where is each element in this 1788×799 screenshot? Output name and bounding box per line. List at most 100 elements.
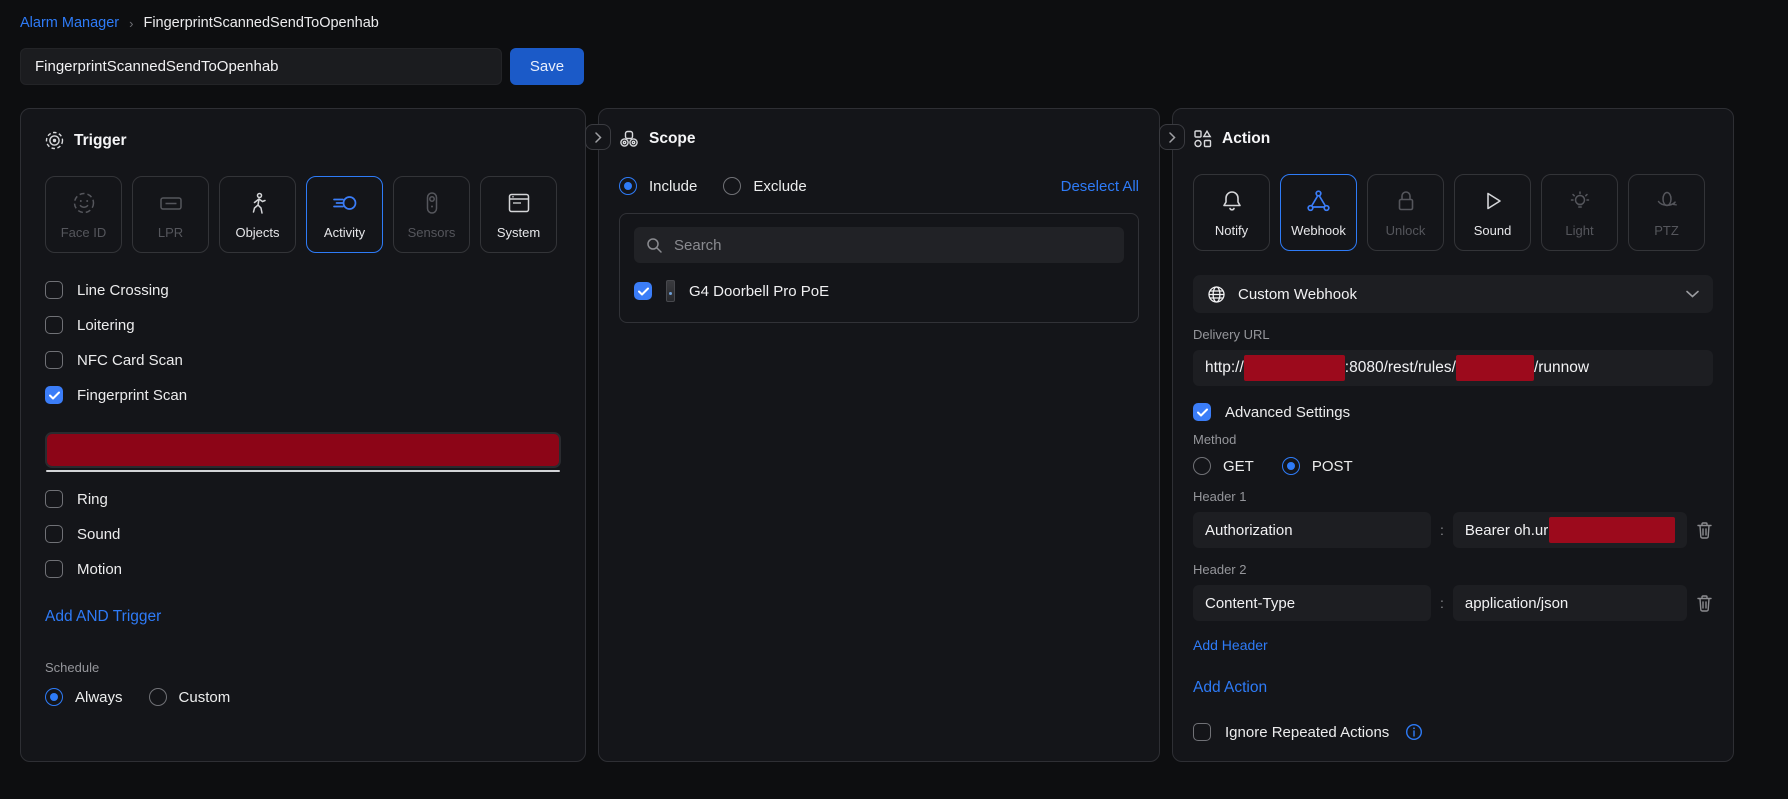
- scope-include-option[interactable]: Include: [619, 177, 697, 195]
- radio-always[interactable]: [45, 688, 63, 706]
- action-panel-title: Action: [1222, 129, 1271, 147]
- trigger-type-sensors[interactable]: Sensors: [393, 176, 470, 253]
- ptz-rotate-icon: [1657, 191, 1677, 206]
- event-ring[interactable]: Ring: [45, 490, 561, 508]
- event-sound[interactable]: Sound: [45, 525, 561, 543]
- save-button[interactable]: Save: [510, 48, 584, 85]
- info-icon[interactable]: [1405, 723, 1423, 741]
- fingerprint-select-redacted[interactable]: [45, 421, 561, 473]
- event-motion[interactable]: Motion: [45, 560, 561, 578]
- scope-panel: Scope Include Exclude Deselect All Searc…: [598, 108, 1160, 762]
- collapse-scope-button[interactable]: [1159, 124, 1185, 150]
- event-fingerprint-scan[interactable]: Fingerprint Scan: [45, 386, 561, 404]
- chevron-right-icon: [1168, 131, 1176, 143]
- trigger-type-face-id[interactable]: Face ID: [45, 176, 122, 253]
- checkbox-line-crossing[interactable]: [45, 281, 63, 299]
- chevron-down-icon: [1686, 290, 1699, 298]
- redacted-host: [1243, 355, 1345, 381]
- search-placeholder: Search: [674, 236, 722, 254]
- checkbox-loitering[interactable]: [45, 316, 63, 334]
- breadcrumb-current: FingerprintScannedSendToOpenhab: [143, 15, 379, 31]
- method-label: Method: [1193, 432, 1237, 447]
- method-options: GET POST: [1193, 457, 1713, 475]
- webhook-icon: [1307, 189, 1330, 211]
- scope-panel-header: Scope: [619, 129, 1139, 149]
- scope-device-box: Search G4 Doorbell Pro PoE: [619, 213, 1139, 323]
- delivery-url-label: Delivery URL: [1193, 327, 1270, 342]
- system-icon: [508, 193, 529, 212]
- schedule-custom-option[interactable]: Custom: [148, 688, 230, 706]
- add-header-link[interactable]: Add Header: [1193, 637, 1268, 653]
- header2-label: Header 2: [1193, 562, 1247, 577]
- checkbox-advanced-settings[interactable]: [1193, 403, 1211, 421]
- redacted-token: [1549, 517, 1675, 543]
- radio-post[interactable]: [1281, 457, 1300, 475]
- action-type-notify[interactable]: Notify: [1193, 174, 1270, 251]
- trigger-type-activity[interactable]: Activity: [306, 176, 383, 253]
- checkbox-ring[interactable]: [45, 490, 63, 508]
- breadcrumb: Alarm Manager › FingerprintScannedSendTo…: [20, 15, 379, 31]
- search-input[interactable]: Search: [634, 227, 1124, 263]
- redacted-select-value: [45, 432, 561, 468]
- action-type-unlock[interactable]: Unlock: [1367, 174, 1444, 251]
- checkbox-g4-doorbell[interactable]: [634, 282, 652, 300]
- radio-include[interactable]: [619, 177, 637, 195]
- trigger-event-list: Line Crossing Loitering NFC Card Scan Fi…: [45, 281, 561, 578]
- event-nfc-card-scan[interactable]: NFC Card Scan: [45, 351, 561, 369]
- checkbox-motion[interactable]: [45, 560, 63, 578]
- globe-icon: [1208, 285, 1225, 303]
- check-icon: [48, 391, 60, 399]
- collapse-trigger-button[interactable]: [585, 124, 611, 150]
- deselect-all-link[interactable]: Deselect All: [1061, 178, 1139, 195]
- breadcrumb-link-alarm-manager[interactable]: Alarm Manager: [20, 15, 119, 31]
- scope-exclude-option[interactable]: Exclude: [723, 177, 807, 195]
- header2-value-input[interactable]: application/json: [1452, 585, 1687, 621]
- trigger-panel: Trigger Face ID LPR Objects Activity Sen…: [20, 108, 586, 762]
- method-get-option[interactable]: GET: [1193, 457, 1254, 475]
- device-row-g4-doorbell[interactable]: G4 Doorbell Pro PoE: [634, 280, 1124, 302]
- event-loitering[interactable]: Loitering: [45, 316, 561, 334]
- delivery-url-input[interactable]: http://:8080/rest/rules//runnow: [1193, 350, 1713, 386]
- delete-header2-button[interactable]: [1696, 594, 1713, 612]
- header1-label: Header 1: [1193, 489, 1247, 504]
- radio-get[interactable]: [1193, 457, 1211, 475]
- add-and-trigger-link[interactable]: Add AND Trigger: [45, 608, 161, 626]
- schedule-always-option[interactable]: Always: [45, 688, 123, 706]
- alarm-name-value: FingerprintScannedSendToOpenhab: [35, 58, 279, 75]
- add-action-link[interactable]: Add Action: [1193, 679, 1713, 697]
- trash-icon: [1697, 522, 1712, 539]
- check-icon: [637, 287, 649, 295]
- radio-exclude[interactable]: [723, 177, 742, 195]
- ignore-repeated-actions-row[interactable]: Ignore Repeated Actions: [1193, 723, 1713, 741]
- event-line-crossing[interactable]: Line Crossing: [45, 281, 561, 299]
- face-id-icon: [73, 192, 94, 213]
- header2-key-input[interactable]: Content-Type: [1193, 585, 1431, 621]
- action-type-light[interactable]: Light: [1541, 174, 1618, 251]
- schedule-options: Always Custom: [45, 688, 561, 706]
- method-post-option[interactable]: POST: [1281, 457, 1353, 475]
- trigger-type-system[interactable]: System: [480, 176, 557, 253]
- delete-header1-button[interactable]: [1696, 521, 1713, 539]
- trigger-type-lpr[interactable]: LPR: [132, 176, 209, 253]
- action-type-webhook[interactable]: Webhook: [1280, 174, 1357, 251]
- bell-icon: [1222, 190, 1241, 211]
- trigger-panel-title: Trigger: [74, 131, 127, 149]
- checkbox-sound[interactable]: [45, 525, 63, 543]
- trigger-type-objects[interactable]: Objects: [219, 176, 296, 253]
- radio-custom[interactable]: [148, 688, 167, 706]
- action-type-sound[interactable]: Sound: [1454, 174, 1531, 251]
- advanced-settings-row[interactable]: Advanced Settings: [1193, 403, 1713, 421]
- header1-value-input[interactable]: Bearer oh.ur: [1452, 512, 1687, 548]
- checkbox-fingerprint-scan[interactable]: [45, 386, 63, 404]
- scope-mode-row: Include Exclude Deselect All: [619, 177, 1139, 195]
- checkbox-ignore-repeated[interactable]: [1193, 723, 1211, 741]
- alarm-name-input[interactable]: FingerprintScannedSendToOpenhab: [20, 48, 502, 85]
- lock-icon: [1398, 190, 1413, 210]
- checkbox-nfc-card-scan[interactable]: [45, 351, 63, 369]
- redacted-rule-id: [1455, 355, 1534, 381]
- chevron-right-icon: [594, 131, 602, 143]
- webhook-type-select[interactable]: Custom Webhook: [1193, 275, 1713, 313]
- person-icon: [252, 192, 266, 214]
- action-type-ptz[interactable]: PTZ: [1628, 174, 1705, 251]
- header1-key-input[interactable]: Authorization: [1193, 512, 1431, 548]
